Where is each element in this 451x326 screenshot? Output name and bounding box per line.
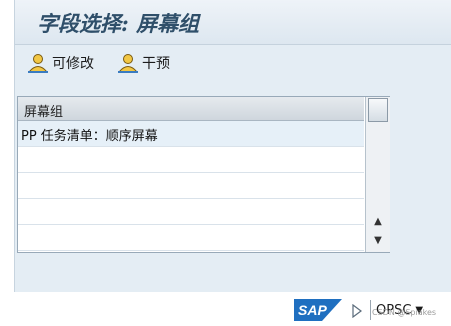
table-row[interactable]: PP 任务清单：顺序屏幕 <box>18 121 364 147</box>
modifiable-label: 可修改 <box>52 56 94 72</box>
screen-group-table: 屏幕组 PP 任务清单：顺序屏幕 ▲ ▼ <box>17 96 390 253</box>
table-rows: PP 任务清单：顺序屏幕 <box>18 121 364 251</box>
column-header-screen-group[interactable]: 屏幕组 <box>18 97 364 121</box>
watermark: CSDN @Spiakes <box>372 308 437 317</box>
intervene-button[interactable]: 干预 <box>117 51 170 75</box>
scroll-down-icon[interactable]: ▼ <box>370 234 386 248</box>
user-intervene-icon <box>117 52 139 74</box>
table-row[interactable] <box>18 225 364 251</box>
table-row[interactable] <box>18 173 364 199</box>
play-icon[interactable] <box>352 303 362 319</box>
status-separator <box>370 300 371 320</box>
table-row[interactable] <box>18 147 364 173</box>
sap-dialog-window: 字段选择: 屏幕组 可修改 干预 屏幕组 PP 任务清单：顺序屏幕 ▲ ▼ <box>14 0 451 292</box>
vertical-scrollbar[interactable]: ▲ ▼ <box>365 97 390 252</box>
application-toolbar: 可修改 干预 <box>15 45 451 81</box>
intervene-label: 干预 <box>142 56 170 72</box>
table-row[interactable] <box>18 199 364 225</box>
window-title: 字段选择: 屏幕组 <box>37 11 200 36</box>
scrollbar-thumb[interactable] <box>368 98 388 122</box>
title-bar: 字段选择: 屏幕组 <box>15 0 451 45</box>
modifiable-button[interactable]: 可修改 <box>27 51 94 75</box>
sap-logo: SAP <box>294 299 342 321</box>
scroll-up-icon[interactable]: ▲ <box>370 215 386 229</box>
user-edit-icon <box>27 52 49 74</box>
sap-logo-text: SAP <box>298 302 327 318</box>
